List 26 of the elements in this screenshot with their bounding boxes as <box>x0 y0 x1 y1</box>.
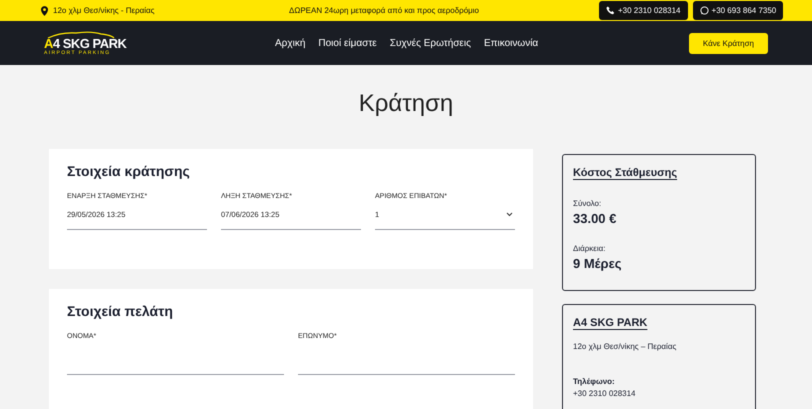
card-title: Κόστος Στάθμευσης <box>573 167 678 179</box>
phone-label: Τηλέφωνο: <box>573 377 616 386</box>
phone-link[interactable]: +30 2310 028314 <box>599 1 688 20</box>
summary-label: Σύνολο: <box>573 199 602 208</box>
card-title: A4 SKG PARK <box>573 317 648 329</box>
chevron-down-icon <box>506 212 513 217</box>
promo-text: ΔΩΡΕΑΝ 24ωρη μεταφορά από και προς αεροδρόμιο <box>289 6 480 15</box>
chat-bubble-icon <box>700 6 709 15</box>
nav-link[interactable]: Συχνές Ερωτήσεις <box>390 38 471 48</box>
summary-value: 9 Μέρες <box>573 256 623 271</box>
summary-value: 33.00 € <box>573 211 618 226</box>
booking-button[interactable]: Κάνε Κράτηση <box>688 32 768 54</box>
address-text: 12ο χλμ Θεσ/νίκης – Περαίας <box>573 342 678 351</box>
summary-label: Διάρκεια: <box>573 244 606 253</box>
phone-icon <box>606 6 615 15</box>
page-title: Κράτηση <box>358 90 454 118</box>
section-title: Στοιχεία κράτησης <box>67 163 191 179</box>
phone-text: +30 2310 028314 <box>573 389 637 398</box>
map-pin-icon <box>41 6 48 16</box>
section-title: Στοιχεία πελάτη <box>67 303 174 319</box>
logo-title: A4 SKG PARK <box>44 36 128 50</box>
nav-link[interactable]: Αρχική <box>275 38 306 48</box>
address-text: 12ο χλμ Θεσ/νίκης - Περαίας <box>53 6 155 15</box>
phone-link[interactable]: +30 693 864 7350 <box>692 1 784 20</box>
nav-link[interactable]: Ποιοί είμαστε <box>318 38 377 48</box>
nav-link[interactable]: Επικοινωνία <box>484 38 538 48</box>
